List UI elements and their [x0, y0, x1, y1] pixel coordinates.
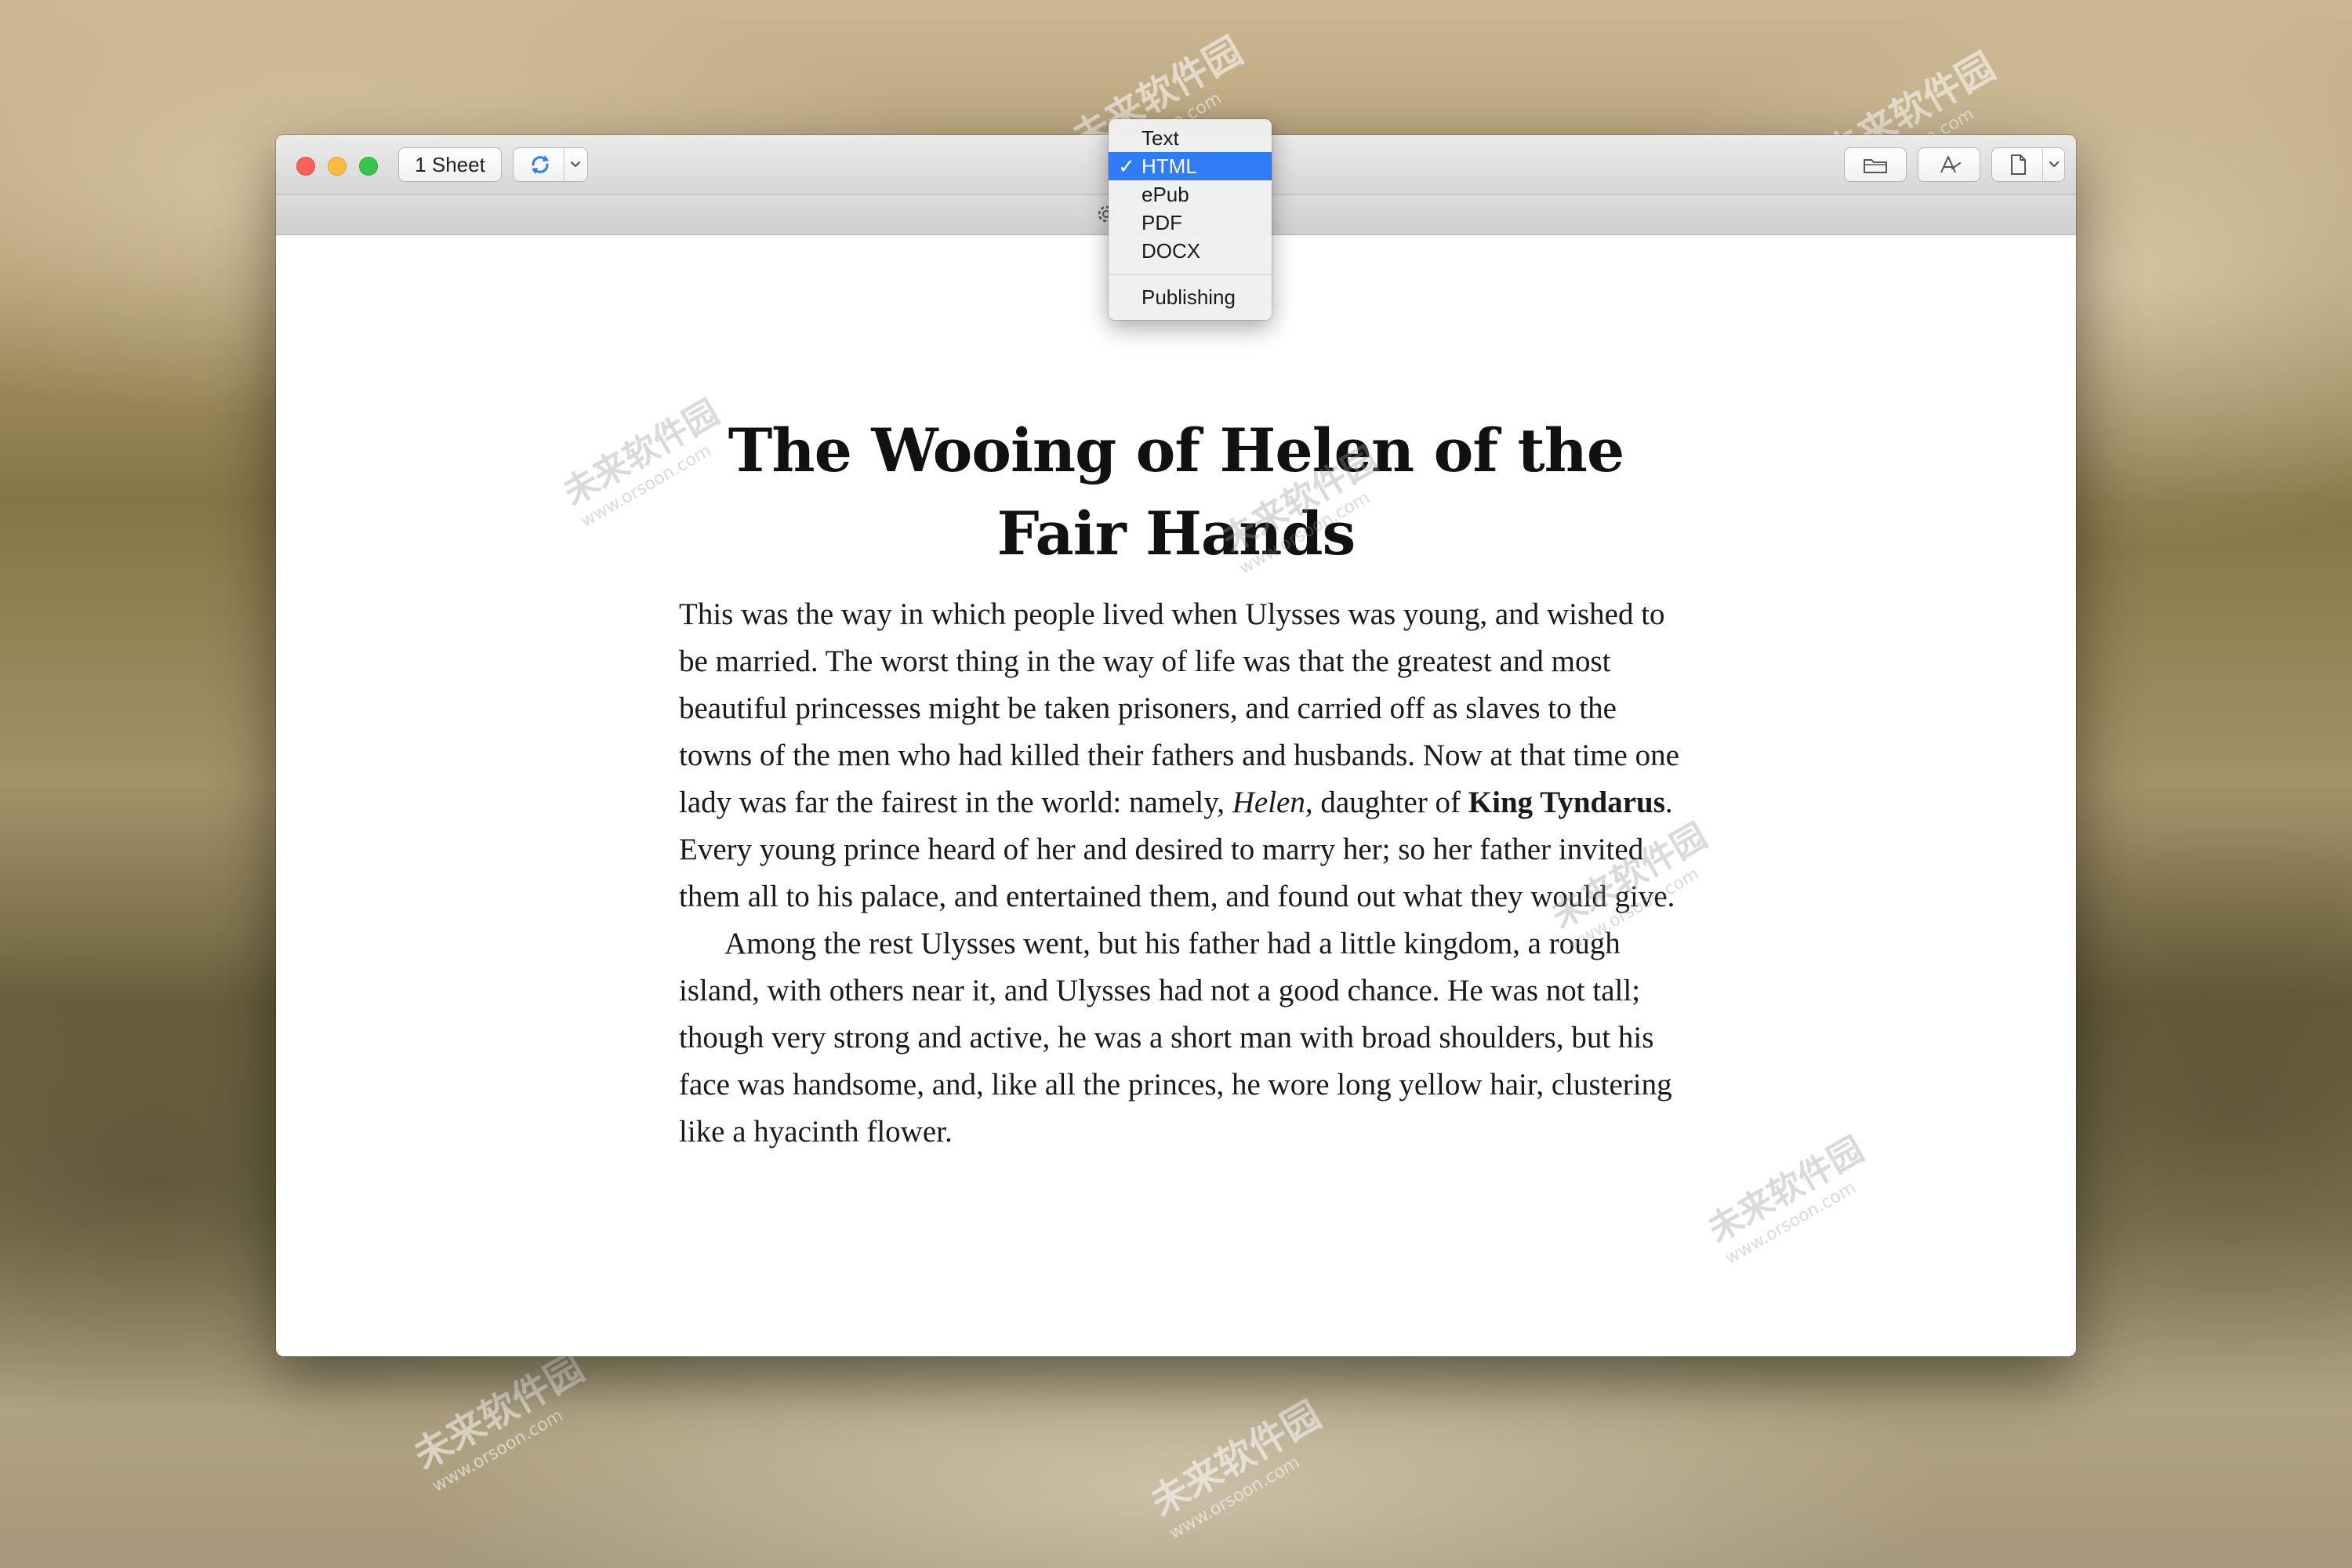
close-window-button[interactable]	[296, 157, 315, 176]
bold-text: King Tyndarus	[1468, 786, 1665, 819]
typography-button[interactable]	[1918, 147, 1980, 182]
text-run: , daughter of	[1305, 786, 1468, 819]
menu-item-epub[interactable]: ePub	[1109, 180, 1272, 209]
menu-item-pdf[interactable]: PDF	[1109, 209, 1272, 237]
menu-item-publishing[interactable]: Publishing	[1109, 283, 1272, 311]
refresh-icon	[532, 155, 549, 174]
minimize-window-button[interactable]	[328, 157, 347, 176]
button-divider	[2042, 148, 2043, 181]
menu-item-docx[interactable]: DOCX	[1109, 237, 1272, 265]
paragraph: Among the rest Ulysses went, but his fat…	[679, 927, 1672, 1149]
menu-item-label: ePub	[1142, 183, 1189, 206]
paragraph: This was the way in which people lived w…	[679, 591, 1690, 920]
checkmark-icon: ✓	[1118, 154, 1135, 178]
chevron-down-icon[interactable]	[567, 156, 584, 173]
font-style-icon	[1940, 156, 1961, 173]
menu-item-label: Publishing	[1142, 285, 1236, 309]
export-button[interactable]	[1991, 147, 2065, 182]
menu-item-text[interactable]: Text	[1109, 124, 1272, 152]
menu-item-label: PDF	[1142, 211, 1182, 234]
document-title: The Wooing of Helen of the Fair Hands	[728, 416, 1624, 568]
document-icon	[2011, 154, 2026, 175]
document-preview: The Wooing of Helen of the Fair Hands Th…	[276, 235, 2076, 1356]
document-body: This was the way in which people lived w…	[679, 591, 1690, 1156]
maximize-window-button[interactable]	[359, 157, 378, 176]
menu-separator	[1109, 274, 1272, 275]
menu-item-label: HTML	[1142, 154, 1197, 178]
sheet-count-button[interactable]: 1 Sheet	[398, 147, 502, 182]
menu-item-label: Text	[1142, 126, 1179, 150]
sync-button[interactable]	[513, 147, 588, 182]
folder-icon	[1864, 159, 1887, 173]
menu-item-html[interactable]: ✓ HTML	[1109, 152, 1272, 180]
menu-item-label: DOCX	[1142, 239, 1201, 263]
folder-button[interactable]	[1844, 147, 1907, 182]
italic-text: Helen	[1232, 786, 1305, 819]
chevron-down-icon[interactable]	[2045, 156, 2063, 173]
export-format-menu: Text ✓ HTML ePub PDF DOCX Publishing	[1109, 119, 1272, 320]
watermark: 未来软件园 www.orsoon.com	[1697, 1122, 1881, 1269]
